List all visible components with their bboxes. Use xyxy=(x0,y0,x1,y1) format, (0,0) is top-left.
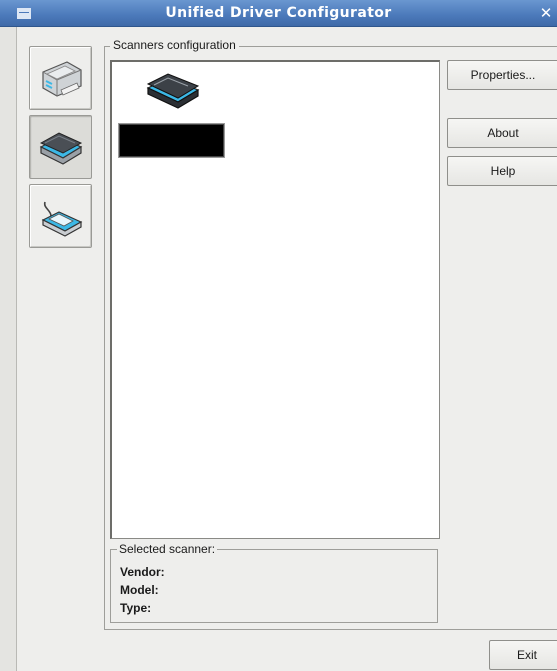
scanner-list[interactable] xyxy=(110,60,440,539)
scanner-icon xyxy=(39,132,83,165)
help-button[interactable]: Help xyxy=(447,156,557,186)
sidebar-item-ports[interactable] xyxy=(29,184,92,248)
title-bar[interactable]: Unified Driver Configurator ✕ xyxy=(0,0,557,27)
selected-scanner-group xyxy=(110,549,438,623)
window-title: Unified Driver Configurator xyxy=(165,5,392,21)
printer-icon xyxy=(42,61,82,97)
type-label: Type: xyxy=(120,601,152,615)
properties-button[interactable]: Properties... xyxy=(447,60,557,90)
sidebar-item-scanners[interactable] xyxy=(29,115,92,179)
scanner-item-label[interactable] xyxy=(118,123,225,158)
sidebar-item-printers[interactable] xyxy=(29,46,92,110)
scanners-configuration-title: Scanners configuration xyxy=(110,38,239,52)
close-icon[interactable]: ✕ xyxy=(537,4,555,22)
port-icon xyxy=(41,201,83,237)
exit-button[interactable]: Exit xyxy=(489,640,557,670)
about-button[interactable]: About xyxy=(447,118,557,148)
scanner-icon[interactable] xyxy=(144,72,202,110)
unified-driver-configurator-window: Unified Driver Configurator ✕ Scanners c… xyxy=(0,0,557,671)
model-label: Model: xyxy=(120,583,159,597)
window-left-border xyxy=(0,27,17,671)
vendor-label: Vendor: xyxy=(120,565,165,579)
selected-scanner-title: Selected scanner: xyxy=(117,542,218,556)
